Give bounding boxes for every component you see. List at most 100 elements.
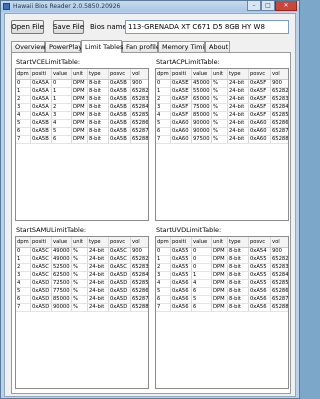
- column-header-posvc[interactable]: posvc: [109, 69, 131, 79]
- table-cell-type[interactable]: 24-bit: [228, 104, 249, 111]
- table-row[interactable]: 7 0xA60 97500% 24-bit 0xA60 65288: [156, 136, 288, 144]
- table-row[interactable]: 4 0xA5F 85000% 24-bit 0xA5F 65285: [156, 112, 288, 120]
- table-cell-dpm[interactable]: 1: [156, 88, 171, 95]
- table-cell-value[interactable]: 5: [192, 296, 212, 303]
- save-file-button[interactable]: Save File: [53, 20, 84, 34]
- table-cell-posvc[interactable]: 0xA5D: [109, 288, 131, 295]
- table-cell-posvc[interactable]: 0xA5B: [109, 80, 131, 87]
- table-cell-unit[interactable]: %: [212, 88, 228, 95]
- table-cell-value[interactable]: 49000: [52, 256, 72, 263]
- table-cell-value[interactable]: 49000: [52, 248, 72, 255]
- table-row[interactable]: 3 0xA5F 75000% 24-bit 0xA5F 65284: [156, 104, 288, 112]
- table-cell-vol[interactable]: 65282: [131, 256, 148, 263]
- table-cell-positi[interactable]: 0xA56: [171, 280, 192, 287]
- table-cell-positi[interactable]: 0xA56: [171, 304, 192, 311]
- table-cell-positi[interactable]: 0xA55: [171, 248, 192, 255]
- table-cell-value[interactable]: 97500: [192, 136, 212, 143]
- table-row[interactable]: 6 0xA5D 85000% 24-bit 0xA5D 65287: [16, 296, 148, 304]
- table-cell-positi[interactable]: 0xA5A: [31, 80, 52, 87]
- table-cell-type[interactable]: 8-bit: [88, 128, 109, 135]
- table-cell-unit[interactable]: DPM: [72, 96, 88, 103]
- table-cell-type[interactable]: 8-bit: [88, 88, 109, 95]
- table-cell-dpm[interactable]: 0: [156, 80, 171, 87]
- table-cell-unit[interactable]: DPM: [212, 288, 228, 295]
- table-cell-value[interactable]: 5: [52, 128, 72, 135]
- column-header-positi[interactable]: positi: [171, 69, 192, 79]
- table-cell-dpm[interactable]: 5: [156, 288, 171, 295]
- column-header-type[interactable]: type: [228, 69, 249, 79]
- table-cell-posvc[interactable]: 0xA5C: [109, 248, 131, 255]
- table-row[interactable]: 7 0xA5D 90000% 24-bit 0xA5D 65288: [16, 304, 148, 312]
- table-cell-unit[interactable]: %: [72, 248, 88, 255]
- table-cell-dpm[interactable]: 3: [16, 104, 31, 111]
- table-cell-vol[interactable]: 65287: [131, 128, 148, 135]
- table-cell-dpm[interactable]: 7: [156, 136, 171, 143]
- table-cell-vol[interactable]: 65283: [271, 96, 288, 103]
- table-cell-unit[interactable]: DPM: [72, 112, 88, 119]
- table-row[interactable]: 0 0xA5C 49000% 24-bit 0xA5C 900: [16, 248, 148, 256]
- table-cell-positi[interactable]: 0xA5A: [31, 112, 52, 119]
- table-row[interactable]: 1 0xA5E 55000% 24-bit 0xA5F 65282: [156, 88, 288, 96]
- table-cell-vol[interactable]: 65284: [271, 104, 288, 111]
- table-cell-vol[interactable]: 65287: [271, 296, 288, 303]
- table-cell-type[interactable]: 8-bit: [228, 256, 249, 263]
- table-cell-posvc[interactable]: 0xA60: [249, 120, 271, 127]
- table-cell-posvc[interactable]: 0xA5F: [249, 96, 271, 103]
- table-cell-unit[interactable]: DPM: [212, 256, 228, 263]
- table-row[interactable]: 5 0xA60 90000% 24-bit 0xA60 65286: [156, 120, 288, 128]
- column-header-type[interactable]: type: [88, 69, 109, 79]
- table-cell-vol[interactable]: 65285: [271, 280, 288, 287]
- table-cell-positi[interactable]: 0xA60: [171, 128, 192, 135]
- table-cell-positi[interactable]: 0xA5E: [171, 88, 192, 95]
- table-cell-vol[interactable]: 900: [131, 248, 148, 255]
- table-cell-value[interactable]: 52500: [52, 264, 72, 271]
- table-row[interactable]: 4 0xA56 4 DPM 8-bit 0xA55 65285: [156, 280, 288, 288]
- table-cell-type[interactable]: 8-bit: [88, 112, 109, 119]
- table-row[interactable]: 6 0xA56 5 DPM 8-bit 0xA56 65287: [156, 296, 288, 304]
- table-cell-unit[interactable]: DPM: [212, 264, 228, 271]
- table-row[interactable]: 7 0xA56 6 DPM 8-bit 0xA56 65288: [156, 304, 288, 312]
- table-cell-vol[interactable]: 65288: [131, 304, 148, 311]
- table-cell-posvc[interactable]: 0xA5B: [109, 136, 131, 143]
- table-cell-positi[interactable]: 0xA55: [171, 256, 192, 263]
- table-cell-type[interactable]: 8-bit: [88, 104, 109, 111]
- table-cell-vol[interactable]: 65288: [131, 136, 148, 143]
- table-row[interactable]: 6 0xA5B 5 DPM 8-bit 0xA5B 65287: [16, 128, 148, 136]
- table-cell-positi[interactable]: 0xA5D: [31, 304, 52, 311]
- table-cell-unit[interactable]: %: [72, 288, 88, 295]
- table-cell-value[interactable]: 2: [52, 104, 72, 111]
- table-cell-value[interactable]: 6: [52, 136, 72, 143]
- table-cell-positi[interactable]: 0xA56: [171, 296, 192, 303]
- table-cell-posvc[interactable]: 0xA5F: [249, 112, 271, 119]
- table-cell-positi[interactable]: 0xA60: [171, 136, 192, 143]
- table-cell-type[interactable]: 8-bit: [88, 120, 109, 127]
- table-cell-vol[interactable]: 65287: [271, 128, 288, 135]
- table-cell-posvc[interactable]: 0xA5B: [109, 120, 131, 127]
- table-cell-posvc[interactable]: 0xA5B: [109, 112, 131, 119]
- table-row[interactable]: 3 0xA5A 2 DPM 8-bit 0xA5B 65284: [16, 104, 148, 112]
- table-cell-dpm[interactable]: 4: [156, 280, 171, 287]
- table-cell-unit[interactable]: DPM: [72, 104, 88, 111]
- table-cell-positi[interactable]: 0xA5F: [171, 104, 192, 111]
- table-cell-positi[interactable]: 0xA5A: [31, 96, 52, 103]
- maximize-button[interactable]: □: [261, 1, 275, 11]
- table-cell-dpm[interactable]: 7: [16, 304, 31, 311]
- column-header-type[interactable]: type: [228, 237, 249, 247]
- column-header-value[interactable]: value: [52, 237, 72, 247]
- table-cell-value[interactable]: 1: [192, 272, 212, 279]
- table-row[interactable]: 2 0xA5C 52500% 24-bit 0xA5C 65283: [16, 264, 148, 272]
- table-cell-dpm[interactable]: 2: [16, 96, 31, 103]
- table-cell-value[interactable]: 77500: [52, 288, 72, 295]
- table-cell-value[interactable]: 75000: [192, 104, 212, 111]
- table-cell-type[interactable]: 8-bit: [228, 304, 249, 311]
- column-header-value[interactable]: value: [52, 69, 72, 79]
- table-cell-positi[interactable]: 0xA5B: [31, 120, 52, 127]
- table-cell-unit[interactable]: DPM: [72, 88, 88, 95]
- column-header-unit[interactable]: unit: [212, 69, 228, 79]
- table-row[interactable]: 6 0xA60 90000% 24-bit 0xA60 65287: [156, 128, 288, 136]
- column-header-vol[interactable]: vol: [131, 237, 148, 247]
- table-cell-positi[interactable]: 0xA5D: [31, 280, 52, 287]
- table-cell-dpm[interactable]: 6: [16, 296, 31, 303]
- table-cell-type[interactable]: 24-bit: [88, 288, 109, 295]
- tab-overview[interactable]: Overview: [11, 41, 46, 52]
